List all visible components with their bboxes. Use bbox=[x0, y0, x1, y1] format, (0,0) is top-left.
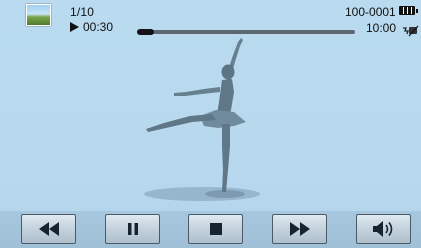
fast-forward-button[interactable] bbox=[272, 214, 327, 244]
video-player-screen: 1/10 00:30 100-0001 10:00 bbox=[0, 0, 421, 248]
volume-button[interactable] bbox=[356, 214, 411, 244]
pause-button[interactable] bbox=[105, 214, 160, 244]
volume-icon bbox=[372, 221, 392, 237]
control-bar bbox=[0, 211, 421, 248]
rewind-button[interactable] bbox=[21, 214, 76, 244]
total-time: 10:00 bbox=[366, 21, 397, 35]
pause-icon bbox=[127, 223, 138, 235]
stop-icon bbox=[209, 223, 222, 235]
play-icon bbox=[70, 22, 79, 32]
thumbnail-icon bbox=[26, 4, 51, 26]
folder-file-number: 100-0001 bbox=[345, 5, 396, 19]
elapsed-time-display: 00:30 bbox=[70, 20, 113, 34]
fast-forward-icon bbox=[289, 222, 310, 236]
file-counter: 1/10 bbox=[70, 5, 95, 19]
dancer-image bbox=[144, 38, 260, 201]
battery-full-icon bbox=[399, 6, 418, 15]
stop-button[interactable] bbox=[188, 214, 243, 244]
elapsed-time: 00:30 bbox=[83, 20, 114, 34]
rewind-icon bbox=[38, 222, 59, 236]
shake-off-icon bbox=[403, 25, 419, 37]
